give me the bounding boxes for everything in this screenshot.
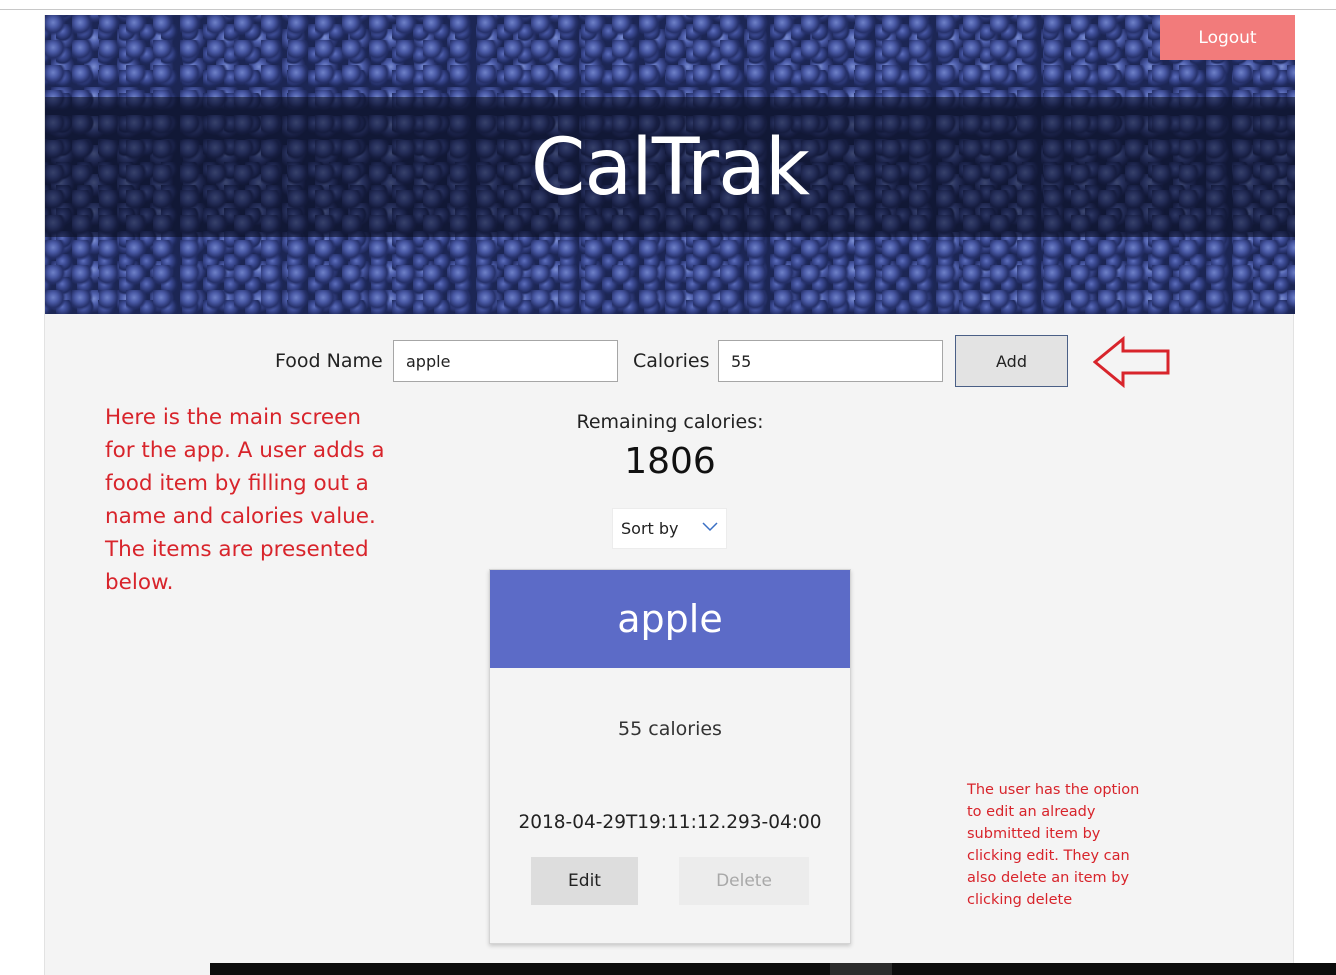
remaining-calories-label: Remaining calories: — [576, 411, 764, 433]
app-page: CalTrak Logout Food Name Calories Add He… — [44, 15, 1295, 975]
sort-dropdown-label: Sort by — [621, 519, 679, 538]
food-item-card: apple 55 calories 2018-04-29T19:11:12.29… — [489, 569, 851, 944]
remaining-calories-value: 1806 — [624, 441, 716, 482]
calories-input[interactable] — [718, 340, 943, 382]
delete-button[interactable]: Delete — [679, 857, 809, 905]
annotation-side: The user has the option to edit an alrea… — [967, 782, 1140, 908]
app-title: CalTrak — [530, 123, 810, 213]
logout-button[interactable]: Logout — [1160, 15, 1295, 60]
add-button[interactable]: Add — [955, 335, 1068, 387]
food-item-calories: 55 calories — [618, 718, 722, 740]
edit-button[interactable]: Edit — [531, 857, 638, 905]
taskbar-active-item — [830, 963, 892, 975]
arrow-left-outline-icon — [1093, 335, 1170, 389]
hero-banner: CalTrak — [45, 15, 1295, 314]
sort-dropdown[interactable]: Sort by — [612, 508, 727, 549]
taskbar — [210, 963, 1336, 975]
food-name-label: Food Name — [275, 350, 383, 372]
food-name-input[interactable] — [393, 340, 618, 382]
food-item-name: apple — [490, 570, 850, 668]
calories-label: Calories — [633, 350, 710, 372]
browser-edge — [0, 9, 1336, 10]
annotation-main: Here is the main screen for the app. A u… — [105, 405, 385, 595]
food-item-timestamp: 2018-04-29T19:11:12.293-04:00 — [518, 812, 822, 833]
chevron-down-icon — [702, 522, 718, 532]
